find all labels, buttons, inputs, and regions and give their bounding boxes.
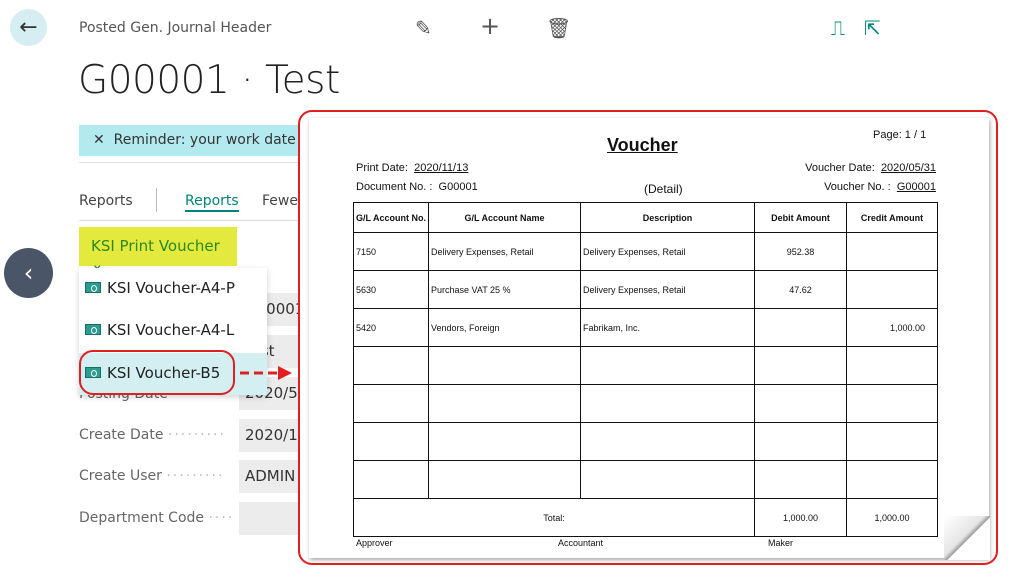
cell: 1,000.00 (846, 308, 938, 347)
tab-fewer[interactable]: Fewer (262, 193, 302, 209)
breadcrumb: Posted Gen. Journal Header (79, 20, 272, 36)
total-label: Total: (353, 498, 755, 537)
print-date: Print Date: 2020/11/13 (356, 162, 469, 174)
cell: 7150 (353, 232, 429, 271)
create-user-field[interactable]: ADMIN (239, 460, 302, 493)
page-number: Page: 1 / 1 (873, 129, 927, 141)
total-credit: 1,000.00 (846, 498, 938, 537)
trash-icon[interactable]: 🗑 (546, 16, 571, 40)
field-label: Create Date ········· (79, 427, 226, 443)
report-icon (85, 282, 101, 293)
divider (156, 188, 157, 212)
cell (754, 308, 847, 347)
voucher-table: G/L Account No. G/L Account Name Descrip… (353, 202, 938, 537)
total-debit: 1,000.00 (754, 498, 847, 537)
cell: 5630 (353, 270, 429, 309)
arrow-left-icon: ← (19, 15, 38, 40)
column-header: Description (580, 202, 755, 233)
tab-reports[interactable]: Reports (185, 193, 239, 212)
column-header: G/L Account No. (353, 202, 429, 233)
plus-icon[interactable]: + (480, 12, 500, 40)
back-button[interactable]: ← (10, 9, 47, 46)
document-no: Document No. : G00001 (356, 181, 478, 193)
table-row (353, 422, 938, 461)
table-row (353, 460, 938, 499)
voucher-no: Voucher No. : G00001 (824, 181, 936, 193)
department-code-field[interactable] (239, 502, 302, 535)
table-row (353, 346, 938, 385)
cell: Delivery Expenses, Retail (580, 232, 755, 271)
open-new-window-icon[interactable]: ⇱ (864, 16, 881, 40)
close-icon[interactable]: ✕ (93, 132, 105, 148)
cell (846, 232, 938, 271)
annotation-highlight (79, 350, 235, 395)
table-row: 5630 Purchase VAT 25 % Delivery Expenses, … (353, 270, 938, 309)
cell: Delivery Expenses, Retail (428, 232, 581, 271)
divider (79, 220, 302, 221)
field-label: Department Code ···· (79, 510, 235, 526)
create-date-field[interactable]: 2020/10/ (239, 419, 302, 452)
table-row: 5420 Vendors, Foreign Fabrikam, Inc. 1,000.… (353, 308, 938, 347)
reminder-text: Reminder: your work date is (113, 132, 302, 148)
previous-button[interactable]: ‹ (4, 248, 53, 298)
report-mode: (Detail) (644, 182, 683, 196)
menu-item-voucher-a4-l[interactable]: KSI Voucher-A4-L (79, 310, 267, 352)
column-header: Debit Amount (754, 202, 847, 233)
cell: Delivery Expenses, Retail (580, 270, 755, 309)
table-row: 7150 Delivery Expenses, Retail Delivery Ex… (353, 232, 938, 271)
page-title: G00001 · Test (78, 58, 340, 103)
report-icon (85, 324, 101, 335)
table-row (353, 384, 938, 423)
column-header: Credit Amount (846, 202, 938, 233)
signature-accountant: Accountant (558, 538, 604, 548)
reminder-bar: ✕ Reminder: your work date is (79, 125, 302, 156)
menu-item-voucher-a4-p[interactable]: KSI Voucher-A4-P (79, 268, 267, 310)
voucher-date: Voucher Date: 2020/05/31 (805, 162, 936, 174)
column-header: G/L Account Name (428, 202, 581, 233)
total-row: Total: 1,000.00 1,000.00 (353, 498, 938, 537)
signature-maker: Maker (768, 538, 794, 548)
field-label: Create User ········· (79, 468, 225, 484)
chevron-left-icon: ‹ (23, 259, 34, 287)
cell: 5420 (353, 308, 429, 347)
cell: Vendors, Foreign (428, 308, 581, 347)
ksi-print-voucher-button[interactable]: KSI Print Voucher ⌄ (79, 227, 237, 273)
report-title: Voucher (607, 135, 678, 155)
bookmark-icon[interactable]: ⎍ (831, 16, 845, 40)
cell: 952.38 (754, 232, 847, 271)
annotation-arrow (240, 366, 292, 380)
signature-approver: Approver (356, 538, 393, 548)
page-curl (944, 516, 990, 560)
divider (79, 162, 302, 163)
tab-reports-group[interactable]: Reports (79, 193, 133, 209)
cell: Purchase VAT 25 % (428, 270, 581, 309)
cell: 47.62 (754, 270, 847, 309)
cell (846, 270, 938, 309)
cell: Fabrikam, Inc. (580, 308, 755, 347)
pencil-icon[interactable]: ✎ (415, 16, 432, 40)
